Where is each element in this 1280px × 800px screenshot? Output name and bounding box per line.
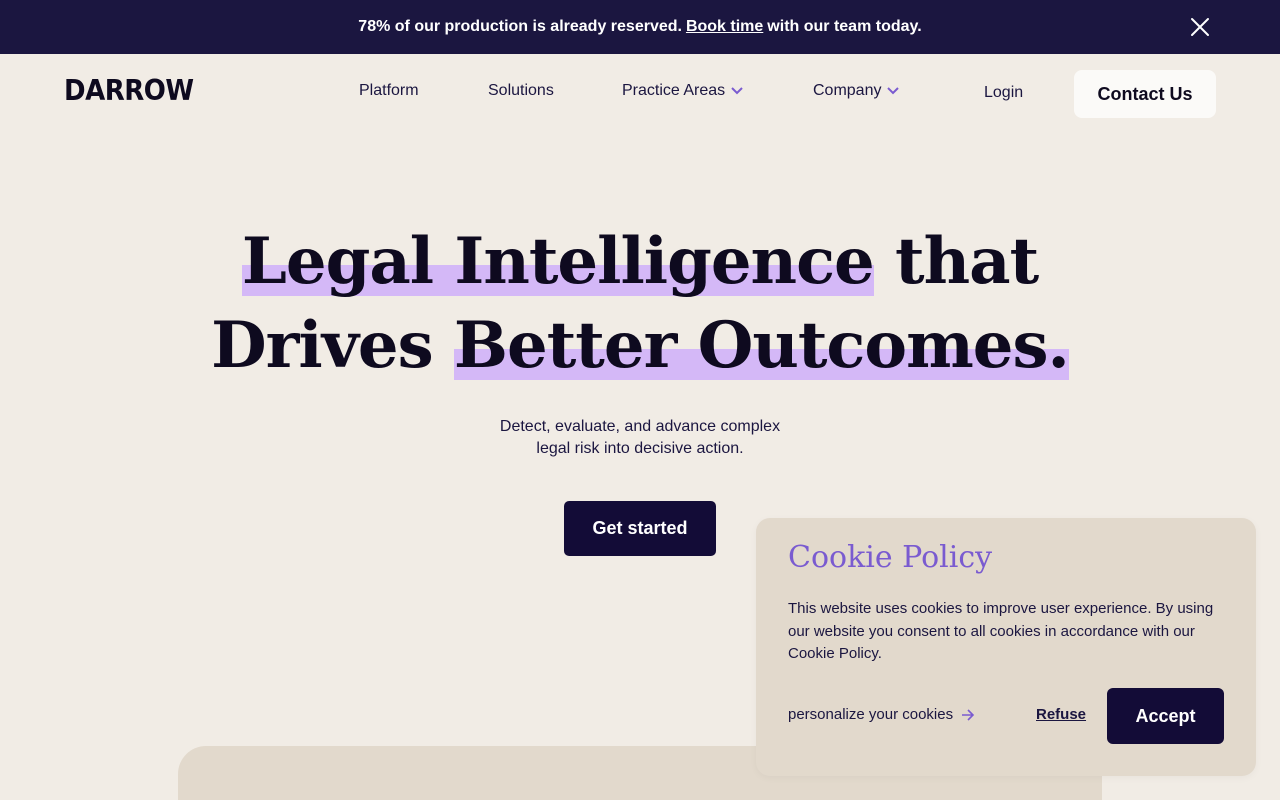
nav-platform-label: Platform: [359, 82, 419, 99]
nav-platform[interactable]: Platform: [359, 82, 419, 100]
nav-practice-areas-label: Practice Areas: [622, 82, 726, 99]
hero-highlight-2: Better Outcomes.: [453, 308, 1070, 383]
chevron-down-icon: [887, 87, 900, 95]
cookie-text: This website uses cookies to improve use…: [788, 600, 1214, 662]
refuse-button[interactable]: Refuse: [1036, 706, 1086, 723]
hero-subtitle-line1: Detect, evaluate, and advance complex: [499, 418, 781, 435]
nav-company-label: Company: [813, 82, 882, 99]
hero-line2-plain: Drives: [211, 308, 433, 383]
personalize-cookies-link[interactable]: personalize your cookies: [788, 706, 975, 723]
chevron-down-icon: [731, 87, 743, 95]
announcement-text-end: with our team today.: [767, 18, 922, 35]
hero-line1-rest: that: [895, 224, 1039, 299]
get-started-button[interactable]: Get started: [564, 501, 716, 556]
login-link[interactable]: Login: [984, 84, 1023, 102]
nav-solutions[interactable]: Solutions: [488, 82, 554, 100]
nav-company[interactable]: Company: [813, 82, 900, 100]
arrow-right-icon: [962, 708, 975, 721]
announcement-bar: 78% of our production is already reserve…: [0, 0, 1280, 54]
hero-subtitle-line2: legal risk into decisive action.: [536, 440, 744, 457]
announcement-text: 78% of our production is already reserve…: [358, 18, 682, 35]
hero-subtitle: Detect, evaluate, and advance complex le…: [440, 416, 840, 460]
contact-us-button[interactable]: Contact Us: [1074, 70, 1216, 118]
close-icon[interactable]: [1190, 17, 1210, 37]
cookie-banner: Cookie Policy This website uses cookies …: [756, 518, 1256, 776]
nav-practice-areas[interactable]: Practice Areas: [622, 82, 743, 100]
site-header: DARROW Platform Solutions Practice Areas…: [0, 54, 1280, 134]
hero-title: Legal Intelligence that Drives Better Ou…: [0, 220, 1280, 388]
book-time-link[interactable]: Book time: [686, 18, 763, 36]
accept-button[interactable]: Accept: [1107, 688, 1224, 744]
personalize-label: personalize your cookies: [788, 706, 954, 723]
darrow-logo[interactable]: DARROW: [64, 75, 194, 108]
cookie-title: Cookie Policy: [788, 540, 993, 575]
nav-solutions-label: Solutions: [488, 82, 554, 99]
hero-highlight-1: Legal Intelligence: [241, 224, 875, 299]
